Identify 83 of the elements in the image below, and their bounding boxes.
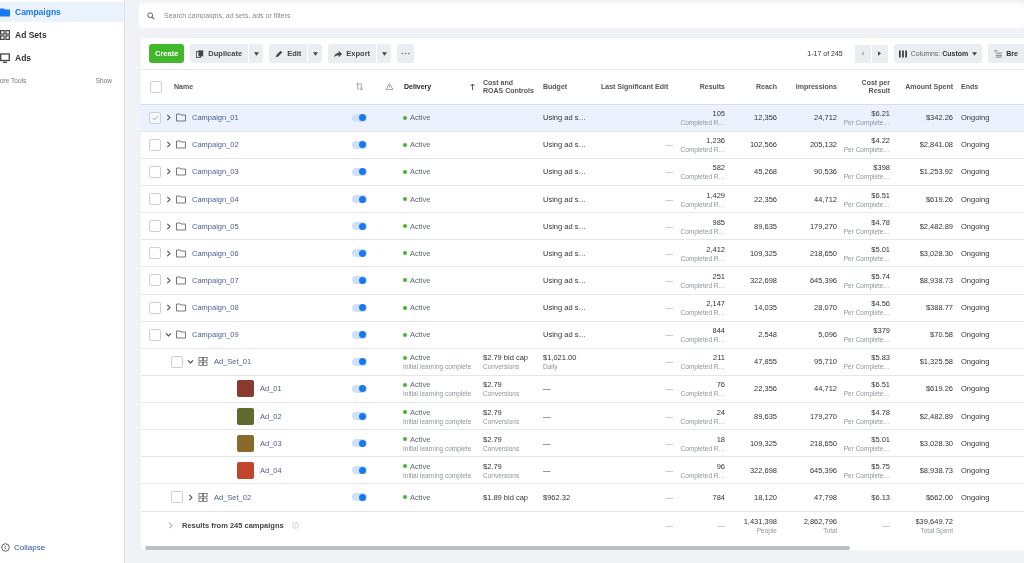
- toggle-switch[interactable]: [351, 330, 367, 339]
- dropdown-button[interactable]: [308, 44, 323, 64]
- chevron-icon[interactable]: [165, 168, 172, 176]
- toggle-switch[interactable]: [351, 167, 367, 176]
- dropdown-button[interactable]: [249, 44, 264, 64]
- sidebar-item[interactable]: Ads: [0, 48, 124, 68]
- photo-placeholder: [237, 380, 254, 398]
- collapse-icon: [1, 543, 10, 552]
- sort-up-icon: [470, 83, 475, 91]
- folder-icon: [176, 113, 186, 123]
- sidebar-item[interactable]: Ad Sets: [0, 25, 124, 45]
- caret-icon: [972, 51, 978, 56]
- row-checkbox[interactable]: [171, 355, 183, 368]
- folder-icon: [176, 303, 186, 313]
- check-icon: [151, 114, 159, 121]
- sort-icon[interactable]: [355, 83, 363, 91]
- chevron-icon[interactable]: [187, 493, 194, 501]
- next-page-button[interactable]: [871, 44, 888, 63]
- right-arrow-icon: [878, 51, 882, 57]
- chevron-icon[interactable]: [187, 358, 194, 366]
- more-icon: [401, 52, 411, 56]
- row-checkbox[interactable]: [149, 220, 161, 233]
- toggle-switch[interactable]: [351, 249, 367, 258]
- folder-icon: [176, 330, 186, 340]
- row-checkbox[interactable]: [149, 328, 161, 341]
- toggle-switch[interactable]: [351, 140, 367, 149]
- row-checkbox[interactable]: [149, 301, 161, 314]
- caret-icon: [253, 51, 259, 56]
- chevron-icon[interactable]: [165, 331, 172, 339]
- grid-icon: [198, 492, 208, 502]
- search-icon: [147, 11, 155, 20]
- row-checkbox[interactable]: [149, 274, 161, 287]
- folder-icon: [176, 140, 186, 150]
- photo-placeholder: [237, 407, 254, 425]
- toggle-switch[interactable]: [351, 195, 367, 204]
- folder-icon: [176, 248, 186, 258]
- folder-icon: [176, 194, 186, 204]
- row-checkbox[interactable]: [171, 491, 183, 504]
- sidebar-item[interactable]: Campaigns: [0, 2, 124, 22]
- toggle-switch[interactable]: [351, 357, 367, 366]
- left-arrow-icon: [861, 51, 865, 57]
- select-all-checkbox[interactable]: [150, 80, 162, 93]
- toggle-switch[interactable]: [351, 276, 367, 285]
- horizontal-scrollbar[interactable]: [145, 545, 850, 550]
- columns-icon: [898, 49, 907, 58]
- grid-icon: [198, 357, 208, 367]
- row-checkbox[interactable]: [149, 111, 161, 124]
- toggle-switch[interactable]: [351, 412, 367, 421]
- folder-icon: [176, 275, 186, 285]
- caret-icon: [381, 51, 387, 56]
- chevron-icon[interactable]: [165, 304, 172, 312]
- dropdown-button[interactable]: [377, 44, 392, 64]
- toggle-switch[interactable]: [351, 493, 367, 502]
- toggle-switch[interactable]: [351, 113, 367, 122]
- chevron-icon[interactable]: [165, 222, 172, 230]
- row-checkbox[interactable]: [149, 247, 161, 260]
- toggle-switch[interactable]: [351, 384, 367, 393]
- row-checkbox[interactable]: [149, 165, 161, 178]
- photo-placeholder: [237, 461, 254, 479]
- chevron-icon[interactable]: [165, 195, 172, 203]
- toggle-switch[interactable]: [351, 466, 367, 475]
- folder-icon: [176, 221, 186, 231]
- collapse-button[interactable]: Collapse: [0, 543, 124, 563]
- pencil-icon: [275, 49, 284, 58]
- monitor-icon: [0, 53, 10, 63]
- share-arrow-icon: [334, 49, 343, 58]
- toggle-switch[interactable]: [351, 303, 367, 312]
- chevron-icon[interactable]: [165, 249, 172, 257]
- row-checkbox[interactable]: [149, 193, 161, 206]
- list-icon: [994, 49, 1003, 58]
- chevron-icon[interactable]: [165, 276, 172, 284]
- chevron-icon[interactable]: [165, 141, 172, 149]
- toggle-switch[interactable]: [351, 439, 367, 448]
- folder-icon: [176, 167, 186, 177]
- chevron-icon[interactable]: [165, 114, 172, 122]
- warning-icon[interactable]: [385, 83, 393, 91]
- row-checkbox[interactable]: [149, 138, 161, 151]
- copy-icon: [196, 49, 205, 58]
- folder-icon: [0, 7, 10, 17]
- photo-placeholder: [237, 434, 254, 452]
- toggle-switch[interactable]: [351, 222, 367, 231]
- caret-icon: [312, 51, 318, 56]
- grid-icon: [0, 30, 10, 40]
